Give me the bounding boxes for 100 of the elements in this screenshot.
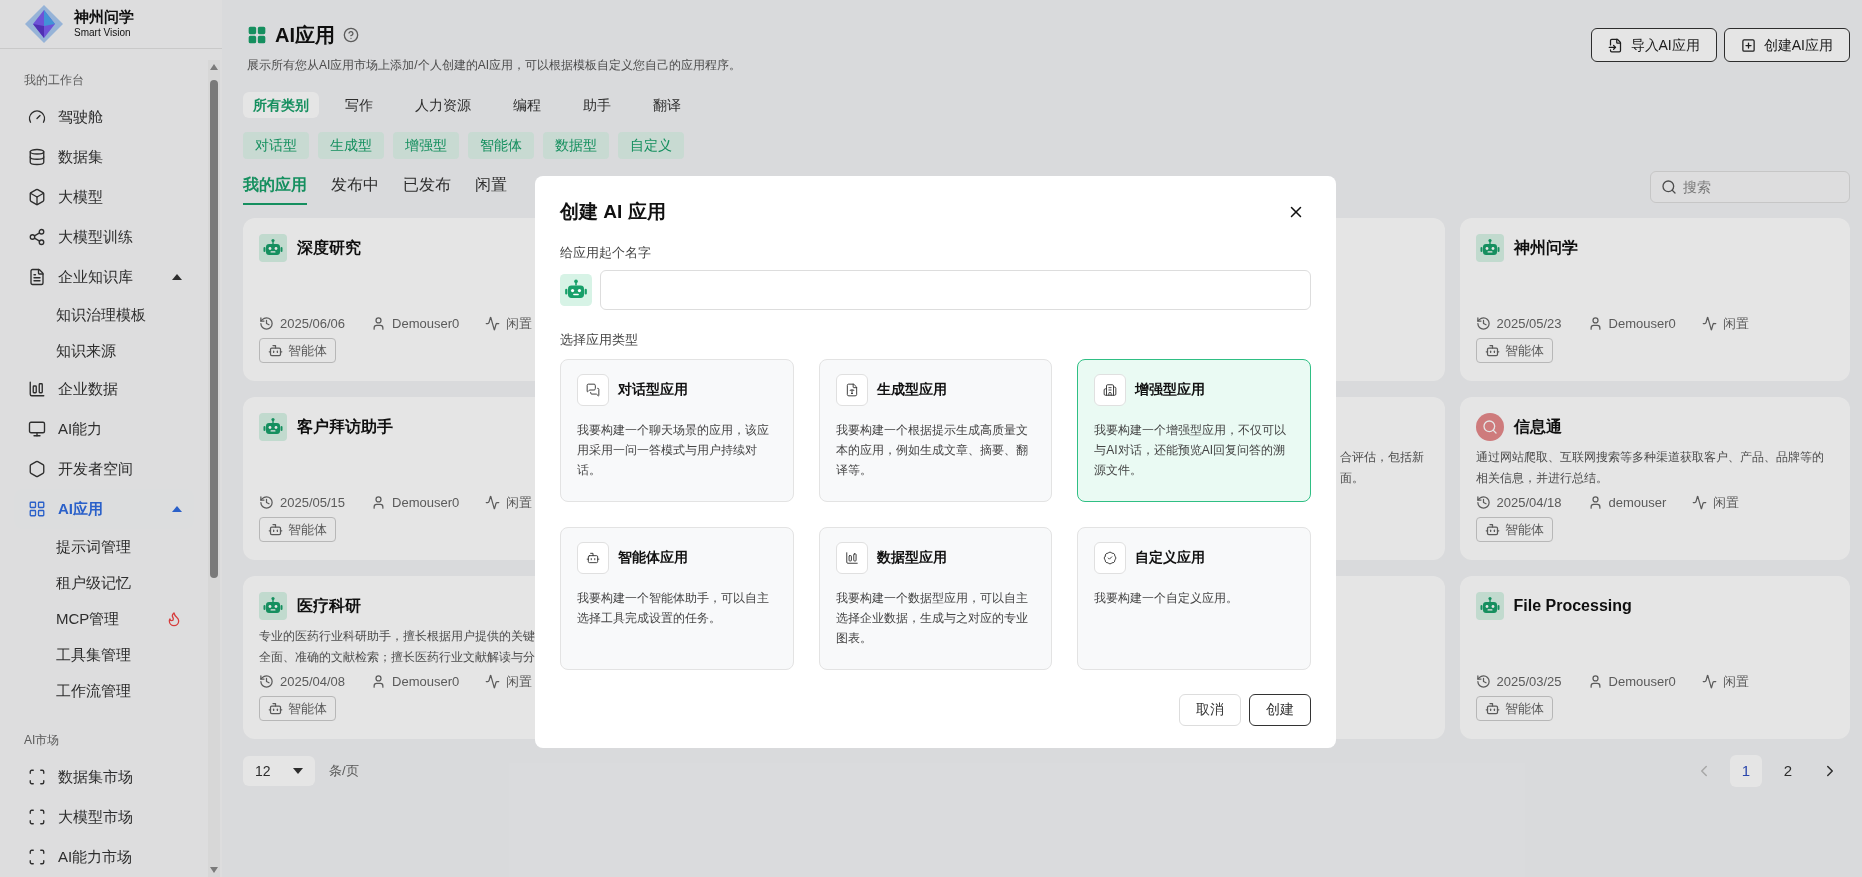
option-title: 对话型应用 [618,380,688,399]
sidebar-subitem[interactable]: 知识来源 [14,333,194,369]
category-tab[interactable]: 编程 [497,92,557,118]
search-input[interactable]: 搜索 [1683,176,1839,198]
app-type-option[interactable]: 数据型应用 我要构建一个数据型应用，可以自主选择企业数据，生成与之对应的专业图表。 [818,526,1053,670]
sidebar-item[interactable]: 大模型训练 [14,217,194,257]
page-button[interactable]: 1 [1730,755,1762,787]
search-icon [1661,179,1677,195]
clock-icon [259,673,274,689]
card-date: 2025/03/25 [1496,672,1562,691]
sidebar-item[interactable]: 企业数据 [14,369,194,409]
app-type-option[interactable]: 对话型应用 我要构建一个聊天场景的应用，该应用采用一问一答模式与用户持续对话。 [560,358,794,502]
scrollbar[interactable] [208,60,220,877]
create-button[interactable]: 创建 [1249,693,1311,726]
robot-icon [259,413,287,441]
robot-icon [1484,522,1500,537]
help-icon[interactable] [343,27,359,43]
section-label: AI市场 [23,732,61,749]
option-description: 我要构建一个数据型应用，可以自主选择企业数据，生成与之对应的专业图表。 [835,589,1029,647]
sidebar-subitem[interactable]: 提示词管理 [14,529,194,565]
name-input[interactable] [600,270,1311,310]
sidebar-subitem[interactable]: 工作流管理 [14,673,194,709]
hexagon-icon [28,460,46,478]
card-description: 通过网站爬取、互联网搜索等多种渠道获取客户、产品、品牌等的 相关信息，并进行总结。 [1475,449,1824,487]
card-user: Demouser0 [392,672,460,691]
page-button[interactable]: 2 [1772,755,1804,787]
card-status: 闲置 [506,314,533,333]
status-tab[interactable]: 已发布 [403,173,451,205]
scroll-down-icon[interactable] [210,867,218,873]
category-tab[interactable]: 人力资源 [399,92,487,118]
pulse-icon [1701,673,1717,689]
import-icon [1607,37,1623,53]
file-icon [835,373,868,406]
sidebar-item[interactable]: 企业知识库 [14,257,194,297]
robot-icon [268,522,283,537]
sidebar-subitem[interactable]: 工具集管理 [14,637,194,673]
caret-icon [293,768,303,774]
card-user: Demouser0 [1608,672,1676,691]
status-tab[interactable]: 发布中 [331,173,379,205]
option-description: 我要构建一个增强型应用，不仅可以与AI对话，还能预览AI回复问答的溯源文件。 [1094,421,1288,479]
user-icon [1587,315,1603,331]
import-button[interactable]: 导入AI应用 [1590,28,1717,62]
card-user: Demouser0 [392,493,460,512]
pulse-icon [485,315,501,331]
user-icon [371,315,387,331]
chat-icon [577,373,609,406]
card-status: 闲置 [1713,493,1740,512]
database-icon [28,148,46,166]
option-description: 我要构建一个根据提示生成高质量文本的应用，例如生成文章、摘要、翻译等。 [835,421,1029,479]
sidebar-item[interactable]: 数据集 [14,137,194,177]
pulse-icon [485,673,501,689]
document-icon [28,268,46,286]
sidebar-item[interactable]: 数据集市场 [14,757,194,797]
cancel-button[interactable]: 取消 [1179,693,1241,726]
card-title: 信息通 [1513,417,1562,437]
grid-icon [247,25,267,45]
sidebar-item[interactable]: 开发者空间 [14,449,194,489]
scan-icon [28,768,46,786]
page-size-select[interactable]: 12 [243,756,315,786]
page-description: 展示所有您从AI应用市场上添加/个人创建的AI应用，可以根据模板自定义您自己的应用程序。 [247,57,741,74]
caret-icon [172,274,182,280]
card-date: 2025/05/23 [1496,314,1562,333]
create-button[interactable]: 创建AI应用 [1723,28,1850,62]
page-size-unit: 条/页 [329,762,359,781]
sidebar-item[interactable]: AI能力市场 [14,837,194,877]
clock-icon [1475,673,1491,689]
card-date: 2025/05/15 [280,493,346,512]
monitor-icon [28,420,46,438]
scan-icon [28,808,46,826]
app-type-option[interactable]: 自定义应用 我要构建一个自定义应用。 [1077,526,1311,670]
sidebar-subitem[interactable]: 知识治理模板 [14,297,194,333]
logo-title: 神州问学 [74,8,134,28]
category-tab[interactable]: 助手 [567,92,627,118]
scroll-up-icon[interactable] [210,64,218,70]
robot-icon [268,343,283,358]
section-label: 我的工作台 [23,72,85,89]
robot-icon [268,701,283,716]
sidebar-item[interactable]: 驾驶舱 [14,97,194,137]
app-card[interactable]: File Processing 2025/03/25 Demouser0 闲置 智能体 [1459,576,1850,739]
sidebar-subitem[interactable]: 租户级记忆 [14,565,194,601]
category-tab[interactable]: 翻译 [637,92,697,118]
search-field[interactable]: 搜索 [1650,171,1850,203]
page-title: AI应用 [275,23,335,48]
sidebar-item[interactable]: 大模型市场 [14,797,194,837]
app-type-option[interactable]: 生成型应用 我要构建一个根据提示生成高质量文本的应用，例如生成文章、摘要、翻译等。 [818,358,1053,502]
card-status: 闲置 [506,672,533,691]
nodes-icon [28,228,46,246]
option-title: 增强型应用 [1135,380,1206,399]
sidebar-subitem[interactable]: MCP管理 [14,601,194,637]
app-type-option[interactable]: 智能体应用 我要构建一个智能体助手，可以自主选择工具完成设置的任务。 [560,526,794,670]
app-type-option[interactable]: 增强型应用 我要构建一个增强型应用，不仅可以与AI对话，还能预览AI回复问答的溯源文件。 [1077,358,1311,502]
sidebar-item[interactable]: AI能力 [14,409,194,449]
status-tab[interactable]: 闲置 [475,173,507,205]
sidebar-item[interactable]: 大模型 [14,177,194,217]
card-title: 深度研究 [297,238,361,258]
chart-icon [835,541,868,574]
app-card[interactable]: 神州问学 2025/05/23 Demouser0 闲置 智能体 [1459,218,1850,381]
card-status: 闲置 [1722,672,1749,691]
category-tab[interactable]: 写作 [329,92,389,118]
app-card[interactable]: 信息通 通过网站爬取、互联网搜索等多种渠道获取客户、产品、品牌等的 相关信息，并进行总结。 2025/04/18 demouser 闲置 智能体 [1459,397,1850,560]
